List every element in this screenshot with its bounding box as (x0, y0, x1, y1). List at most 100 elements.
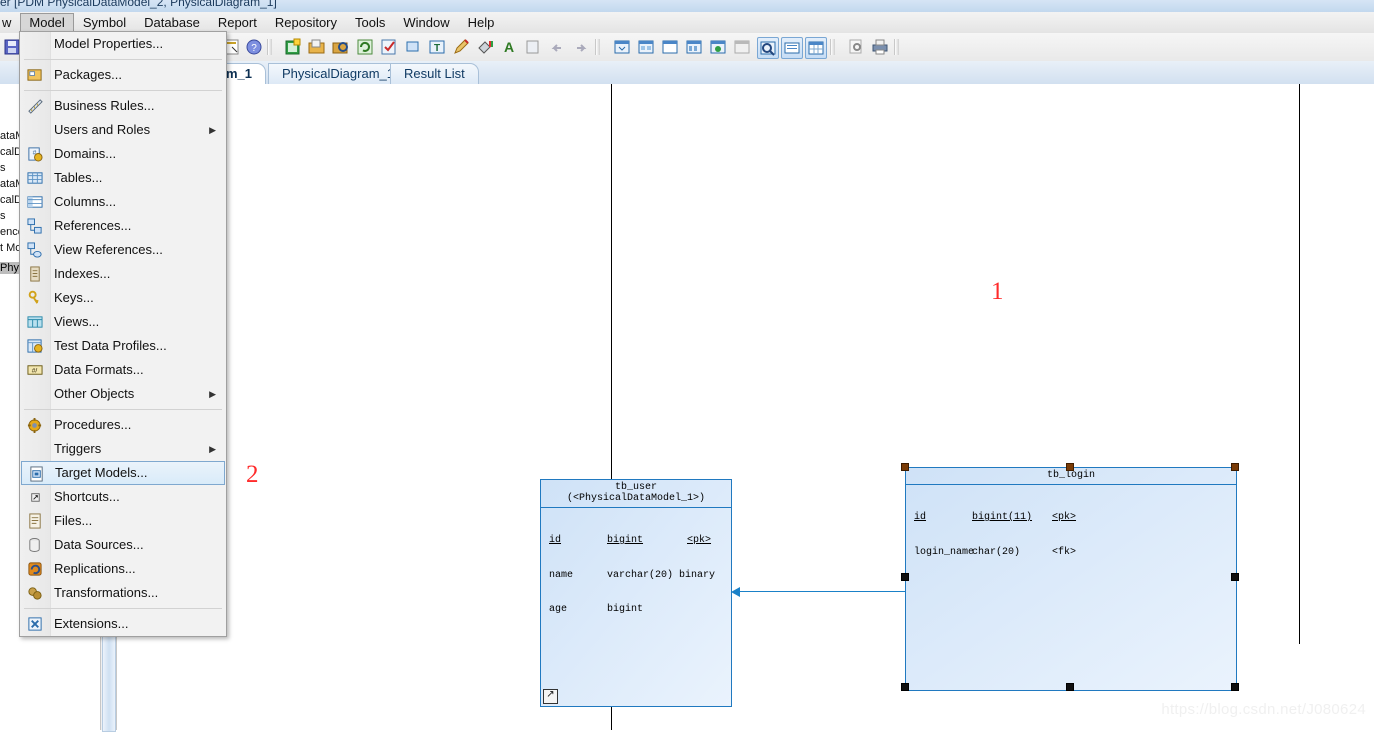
menu-item-views[interactable]: Views... (20, 310, 226, 334)
menu-item-business-rules[interactable]: Business Rules... (20, 94, 226, 118)
toolbar-grid-icon[interactable] (805, 37, 827, 59)
erd-table-name: tb_login (1046, 470, 1095, 481)
menu-window[interactable]: Window (394, 13, 458, 32)
toolbar-model-win-icon3[interactable] (660, 37, 680, 57)
menu-item-label: Business Rules... (54, 98, 155, 113)
view-icon (27, 314, 43, 330)
toolbar-pencil-icon[interactable] (451, 37, 471, 57)
menu-repository[interactable]: Repository (266, 13, 346, 32)
column-type: varchar(20) binary (607, 569, 716, 581)
menu-item-label: Tables... (54, 170, 103, 185)
erd-column-row: id bigint(11) <pk> (914, 512, 1236, 524)
tab-result-list[interactable]: Result List (390, 63, 479, 84)
menu-report[interactable]: Report (209, 13, 266, 32)
selection-handle-s[interactable] (1066, 683, 1074, 691)
toolbar-model-win-icon5[interactable] (708, 37, 728, 57)
column-key (687, 570, 727, 582)
selection-handle-e[interactable] (1231, 573, 1239, 581)
menu-item-test-data-profiles[interactable]: Test Data Profiles... (20, 334, 226, 358)
toolbar-model-win-icon4[interactable] (684, 37, 704, 57)
toolbar-grip[interactable] (595, 39, 600, 55)
menu-tools[interactable]: Tools (346, 13, 394, 32)
toolbar-grip[interactable] (830, 39, 835, 55)
menu-item-files[interactable]: Files... (20, 509, 226, 533)
toolbar-comment-icon[interactable] (781, 37, 803, 59)
menu-item-label: Packages... (54, 67, 122, 82)
toolbar-zoom-icon[interactable] (757, 37, 779, 59)
toolbar-fill-icon[interactable] (475, 37, 495, 57)
toolbar-check-model-icon[interactable] (379, 37, 399, 57)
toolbar-model-win-icon1[interactable] (612, 37, 632, 57)
menu-item-columns[interactable]: Columns... (20, 190, 226, 214)
toolbar-redo-icon[interactable] (571, 37, 591, 57)
toolbar-text-icon[interactable]: T (427, 37, 447, 57)
menu-item-references[interactable]: References... (20, 214, 226, 238)
toolbar-find-icon[interactable] (331, 37, 351, 57)
datasource-icon (27, 537, 43, 553)
menu-item-domains[interactable]: # Domains... (20, 142, 226, 166)
menu-item-label: Data Sources... (54, 537, 144, 552)
replication-icon (27, 561, 43, 577)
selection-handle-ne[interactable] (1231, 463, 1239, 471)
data-format-icon: #/ (27, 362, 43, 378)
menu-item-procedures[interactable]: Procedures... (20, 413, 226, 437)
menu-item-target-models[interactable]: Target Models... (21, 461, 225, 485)
selection-handle-se[interactable] (1231, 683, 1239, 691)
toolbar-preview-icon[interactable] (846, 37, 866, 57)
menu-item-replications[interactable]: Replications... (20, 557, 226, 581)
selection-handle-w[interactable] (901, 573, 909, 581)
toolbar-help-icon[interactable]: ? (244, 37, 264, 57)
svg-text:#/: #/ (32, 367, 38, 374)
menu-w[interactable]: w (0, 13, 20, 32)
toolbar-undo-icon[interactable] (547, 37, 567, 57)
toolbar-model-win-icon2[interactable] (636, 37, 656, 57)
menu-item-label: Shortcuts... (54, 489, 120, 504)
menu-item-indexes[interactable]: Indexes... (20, 262, 226, 286)
toolbar-refresh-icon[interactable] (355, 37, 375, 57)
menu-item-packages[interactable]: Packages... (20, 63, 226, 87)
menu-item-data-sources[interactable]: Data Sources... (20, 533, 226, 557)
menu-item-keys[interactable]: Keys... (20, 286, 226, 310)
menu-item-model-properties[interactable]: Model Properties... (20, 32, 226, 56)
menu-item-triggers[interactable]: Triggers ▶ (20, 437, 226, 461)
tree-node[interactable]: s (0, 162, 6, 174)
toolbar-rect-icon[interactable] (403, 37, 423, 57)
menu-item-shortcuts[interactable]: Shortcuts... (20, 485, 226, 509)
erd-column-row: login_name char(20) <fk> (914, 547, 1236, 559)
menu-item-data-formats[interactable]: #/ Data Formats... (20, 358, 226, 382)
menu-item-label: Domains... (54, 146, 117, 161)
toolbar-model-win-icon6[interactable] (732, 37, 752, 57)
toolbar-new-model-icon[interactable] (283, 37, 303, 57)
menu-item-label: Test Data Profiles... (54, 338, 167, 353)
selection-handle-nw[interactable] (901, 463, 909, 471)
target-model-icon (29, 466, 45, 482)
menu-item-other-objects[interactable]: Other Objects ▶ (20, 382, 226, 406)
erd-table-tb_login[interactable]: tb_login id bigint(11) <pk> login_name c… (905, 467, 1237, 691)
toolbar-paste-icon[interactable] (523, 37, 543, 57)
menu-model[interactable]: Model (20, 13, 74, 32)
model-menu-dropdown[interactable]: Model Properties... Packages... Business R… (19, 31, 227, 637)
selection-handle-n[interactable] (1066, 463, 1074, 471)
menu-item-transformations[interactable]: Transformations... (20, 581, 226, 605)
menu-symbol[interactable]: Symbol (74, 13, 135, 32)
relation-line-horizontal[interactable] (738, 591, 906, 592)
menu-item-users-and-roles[interactable]: Users and Roles ▶ (20, 118, 226, 142)
annotation-number: 2 (246, 461, 259, 488)
selection-handle-sw[interactable] (901, 683, 909, 691)
menu-item-tables[interactable]: Tables... (20, 166, 226, 190)
toolbar-font-color-icon[interactable]: A (499, 37, 519, 57)
menu-database[interactable]: Database (135, 13, 209, 32)
toolbar-grip[interactable] (894, 39, 899, 55)
toolbar-grip[interactable] (267, 39, 272, 55)
toolbar-open-icon[interactable] (307, 37, 327, 57)
menu-item-view-references[interactable]: View References... (20, 238, 226, 262)
menu-help[interactable]: Help (459, 13, 504, 32)
extension-icon (27, 616, 43, 632)
erd-table-tb_user[interactable]: tb_user (<PhysicalDataModel_1>) id bigin… (540, 479, 732, 707)
tree-node[interactable]: s (0, 210, 6, 222)
column-name: id (549, 535, 562, 546)
tab-physicaldiagram-1[interactable]: PhysicalDiagram_1 (268, 63, 408, 84)
menu-item-extensions[interactable]: Extensions... (20, 612, 226, 636)
toolbar-print-icon[interactable] (870, 37, 890, 57)
column-type: bigint (607, 604, 644, 615)
